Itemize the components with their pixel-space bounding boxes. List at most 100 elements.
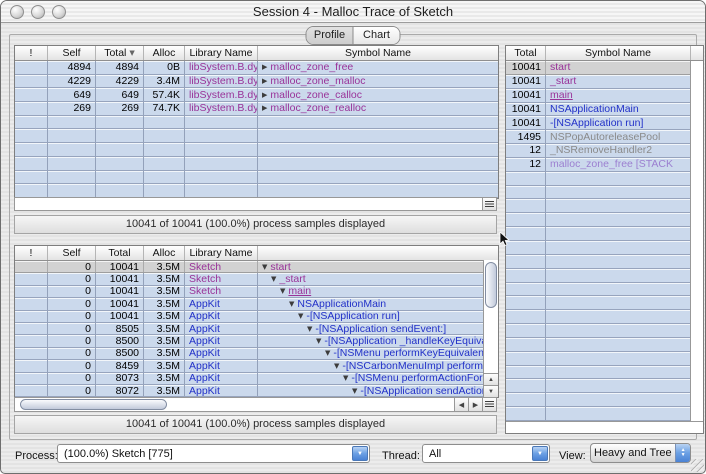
scroll-left-arrow[interactable]: ◀	[454, 398, 468, 411]
scrollbar-track[interactable]	[15, 198, 482, 210]
table-row-empty[interactable]	[506, 393, 690, 407]
table-row[interactable]: 64964957.4KlibSystem.B.dylib▶malloc_zone…	[15, 88, 498, 102]
column-header-library-name[interactable]: Library Name	[185, 46, 258, 60]
table-row-empty[interactable]	[15, 157, 498, 171]
column-header-symbol-name[interactable]: Symbol Name	[258, 46, 498, 60]
table-row-empty[interactable]	[506, 352, 690, 366]
thread-dropdown[interactable]: All ▼	[422, 444, 550, 463]
table-row[interactable]: 10041main	[506, 89, 690, 103]
table-row-empty[interactable]	[506, 296, 690, 310]
dropdown-arrow-icon[interactable]: ▼	[532, 446, 548, 461]
table-row-empty[interactable]	[506, 283, 690, 297]
table-row[interactable]: 12malloc_zone_free [STACK	[506, 158, 690, 172]
table-row[interactable]: 489448940BlibSystem.B.dylib▶malloc_zone_…	[15, 61, 498, 75]
column-header-library-name[interactable]: Library Name	[185, 246, 258, 260]
table-row-empty[interactable]	[506, 366, 690, 380]
top-table-hscrollbar[interactable]	[14, 197, 497, 211]
disclosure-expanded-icon[interactable]: ▼	[343, 374, 348, 382]
table-row[interactable]: 085003.5MAppKit▼-[NSApplication _handleK…	[15, 335, 498, 347]
column-header-total[interactable]: Total▼	[96, 46, 144, 60]
table-row-empty[interactable]	[506, 379, 690, 393]
disclosure-expanded-icon[interactable]: ▼	[280, 287, 285, 295]
column-header-blank[interactable]	[258, 246, 498, 260]
column-header-symbol-name[interactable]: Symbol Name	[546, 46, 690, 60]
disclosure-collapsed-icon[interactable]: ▶	[262, 77, 267, 85]
table-row-empty[interactable]	[15, 116, 498, 130]
table-row[interactable]: 085053.5MAppKit▼-[NSApplication sendEven…	[15, 323, 498, 335]
table-row[interactable]: 10041_start	[506, 75, 690, 89]
table-row-empty[interactable]	[506, 186, 690, 200]
disclosure-expanded-icon[interactable]: ▼	[325, 349, 330, 357]
table-row[interactable]: 0100413.5MSketch▼_start	[15, 273, 498, 285]
disclosure-expanded-icon[interactable]: ▼	[289, 300, 294, 308]
table-row[interactable]: 0100413.5MAppKit▼-[NSApplication run]	[15, 311, 498, 323]
table-row-empty[interactable]	[15, 184, 498, 198]
table-row-empty[interactable]	[506, 213, 690, 227]
table-row-empty[interactable]	[506, 255, 690, 269]
table-row[interactable]: 0100413.5MAppKit▼NSApplicationMain	[15, 298, 498, 310]
table-row[interactable]: 085003.5MAppKit▼-[NSMenu performKeyEquiv…	[15, 348, 498, 360]
table-row[interactable]: 084593.5MAppKit▼-[NSCarbonMenuImpl perfo…	[15, 360, 498, 372]
table-row-empty[interactable]	[15, 171, 498, 185]
list-view-icon[interactable]	[482, 398, 496, 411]
tab-profile[interactable]: Profile	[307, 27, 353, 44]
disclosure-collapsed-icon[interactable]: ▶	[262, 91, 267, 99]
table-row[interactable]: 26926974.7KlibSystem.B.dylib▶malloc_zone…	[15, 102, 498, 116]
disclosure-expanded-icon[interactable]: ▼	[262, 263, 267, 271]
table-row-empty[interactable]	[506, 324, 690, 338]
column-header-alloc[interactable]: Alloc	[144, 246, 185, 260]
table-row[interactable]: 1495NSPopAutoreleasePool	[506, 130, 690, 144]
scrollbar-track[interactable]	[15, 398, 454, 411]
table-row[interactable]: 10041NSApplicationMain	[506, 103, 690, 117]
view-popup-button[interactable]: Heavy and Tree ▲▼	[590, 443, 691, 463]
scrollbar-track[interactable]	[484, 260, 498, 373]
table-row-empty[interactable]	[506, 310, 690, 324]
resize-grip[interactable]	[691, 459, 704, 472]
table-row[interactable]: 12_NSRemoveHandler2	[506, 144, 690, 158]
disclosure-collapsed-icon[interactable]: ▶	[262, 104, 267, 112]
bottom-table-hscrollbar[interactable]: ◀ ▶	[14, 397, 497, 412]
scroll-down-arrow[interactable]: ▼	[484, 385, 498, 397]
table-row[interactable]: 0100413.5MSketch▼start	[15, 261, 498, 273]
table-row-empty[interactable]	[506, 338, 690, 352]
disclosure-expanded-icon[interactable]: ▼	[298, 312, 303, 320]
disclosure-expanded-icon[interactable]: ▼	[316, 337, 321, 345]
table-row[interactable]: 080723.5MAppKit▼-[NSApplication sendActi…	[15, 385, 498, 397]
table-row-empty[interactable]	[506, 269, 690, 283]
column-header-alloc[interactable]: Alloc	[144, 46, 185, 60]
dropdown-arrow-icon[interactable]: ▼	[352, 446, 368, 461]
disclosure-collapsed-icon[interactable]: ▶	[262, 63, 267, 71]
disclosure-expanded-icon[interactable]: ▼	[334, 362, 339, 370]
scroll-up-arrow[interactable]: ▲	[484, 373, 498, 385]
table-row[interactable]: 10041-[NSApplication run]	[506, 116, 690, 130]
column-header-total[interactable]: Total	[506, 46, 546, 60]
table-row[interactable]: 0100413.5MSketch▼main	[15, 286, 498, 298]
table-row[interactable]: 10041start	[506, 61, 690, 75]
table-row-empty[interactable]	[506, 172, 690, 186]
table-row-empty[interactable]	[15, 143, 498, 157]
table-row-empty[interactable]	[506, 241, 690, 255]
disclosure-expanded-icon[interactable]: ▼	[271, 275, 276, 283]
column-header-total[interactable]: Total	[96, 246, 144, 260]
column-header-self[interactable]: Self	[48, 46, 96, 60]
disclosure-expanded-icon[interactable]: ▼	[307, 325, 312, 333]
right-panel-hscrollbar[interactable]	[506, 421, 703, 433]
table-row-empty[interactable]	[506, 227, 690, 241]
table-row[interactable]: 080733.5MAppKit▼-[NSMenu performActionFo…	[15, 373, 498, 385]
table-row-empty[interactable]	[506, 407, 690, 421]
scroll-right-arrow[interactable]: ▶	[468, 398, 482, 411]
bottom-table-vscrollbar[interactable]: ▲ ▼	[483, 260, 498, 397]
title-bar[interactable]: Session 4 - Malloc Trace of Sketch	[1, 1, 705, 23]
process-dropdown[interactable]: (100.0%) Sketch [775] ▼	[57, 444, 370, 463]
tab-chart[interactable]: Chart	[353, 27, 400, 44]
right-panel-vscrollbar[interactable]	[690, 61, 703, 421]
column-header-self[interactable]: Self	[48, 246, 96, 260]
list-view-icon[interactable]	[482, 198, 496, 210]
table-row-empty[interactable]	[506, 199, 690, 213]
column-header--[interactable]: !	[15, 246, 48, 260]
scrollbar-thumb[interactable]	[485, 262, 497, 308]
table-row-empty[interactable]	[15, 129, 498, 143]
disclosure-expanded-icon[interactable]: ▼	[352, 387, 357, 395]
column-header--[interactable]: !	[15, 46, 48, 60]
scrollbar-thumb[interactable]	[20, 399, 167, 410]
